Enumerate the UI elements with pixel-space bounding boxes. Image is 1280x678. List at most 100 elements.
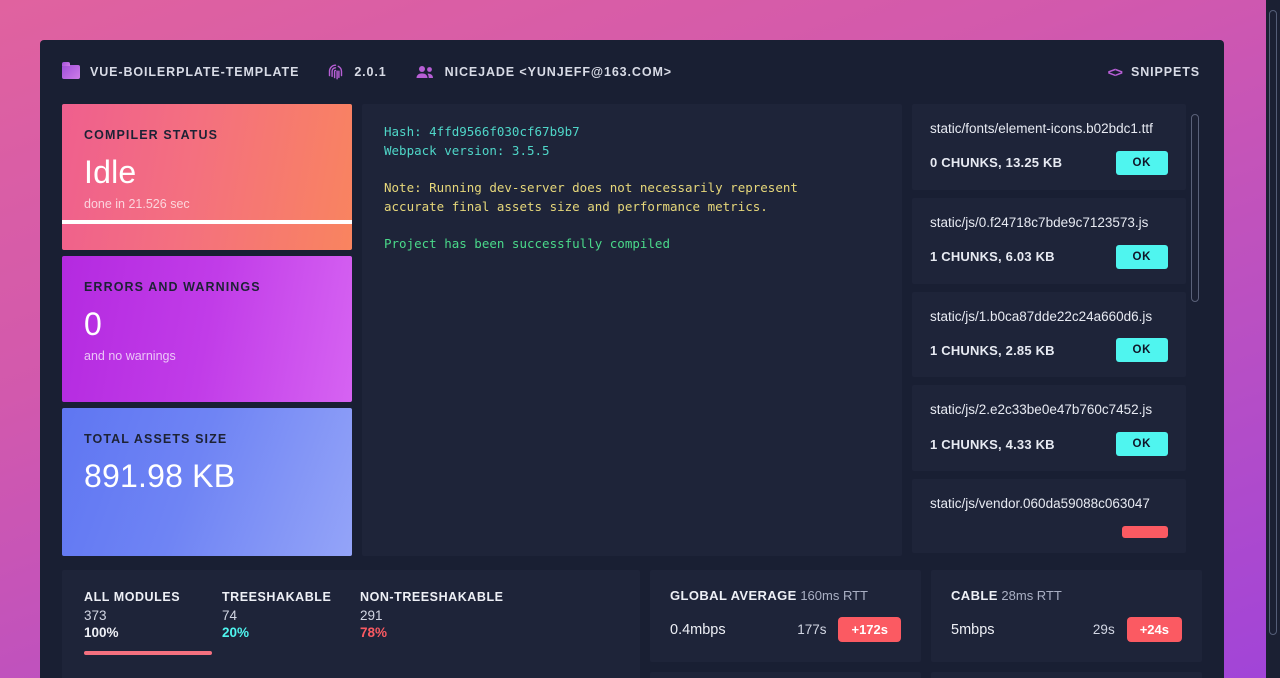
non-treeshakable-percent: 78%: [360, 625, 388, 640]
stat-cards-column: COMPILER STATUS Idle done in 21.526 sec …: [62, 104, 352, 556]
compiler-progress-bar: [62, 220, 352, 224]
treeshakable-percent: 20%: [222, 625, 250, 640]
cable-speed: 5mbps: [951, 621, 995, 638]
cable-card: CABLE 28ms RTT 5mbps 29s +24s: [931, 570, 1202, 662]
asset-status-badge[interactable]: OK: [1115, 244, 1168, 269]
non-treeshakable-cell[interactable]: NON-TREESHAKABLE 291 78%: [360, 590, 540, 655]
asset-file-name: static/js/0.f24718c7bde9c7123573.js: [930, 214, 1149, 230]
code-brackets-icon: <>: [1107, 64, 1123, 80]
cable-label: CABLE: [951, 588, 998, 603]
global-average-speed: 0.4mbps: [670, 621, 726, 638]
assets-scroll-area[interactable]: static/fonts/element-icons.b02bdc1.ttf 0 …: [912, 104, 1202, 556]
modules-panel: ALL MODULES 373 100% TREESHAKABLE 74 20%…: [62, 570, 640, 678]
asset-meta-row: 0 CHUNKS, 13.25 KB OK: [930, 150, 1168, 175]
console-log-line: Note: Running dev-server does not necess…: [384, 180, 798, 195]
cable-rtt: 28ms RTT: [1001, 588, 1062, 603]
compiler-status-subtitle: done in 21.526 sec: [84, 196, 190, 211]
page-scrollbar[interactable]: [1266, 0, 1280, 678]
all-modules-cell[interactable]: ALL MODULES 373 100%: [84, 590, 222, 655]
console-log-line: Hash: 4ffd9566f030cf67b9b7: [384, 124, 580, 139]
fingerprint-icon: [327, 63, 344, 82]
snippets-label: SNIPPETS: [1130, 65, 1200, 79]
dashboard-window: VUE-BOILERPLATE-TEMPLATE 2.0.1 NICEJADE …: [40, 40, 1224, 678]
asset-chunks-size: 1 CHUNKS, 2.85 KB: [930, 342, 1055, 358]
author-info[interactable]: NICEJADE <YUNJEFF@163.COM>: [415, 65, 672, 79]
asset-meta-row: [930, 526, 1168, 539]
snippets-button[interactable]: <> SNIPPETS: [1108, 64, 1200, 80]
asset-file-name: static/js/vendor.060da59088c063047: [930, 496, 1150, 512]
global-average-body: 0.4mbps 177s +172s: [670, 617, 901, 642]
people-icon: [415, 65, 435, 79]
errors-warnings-title: ERRORS AND WARNINGS: [84, 280, 261, 294]
compiler-status-title: COMPILER STATUS: [84, 128, 219, 142]
global-average-rtt: 160ms RTT: [800, 588, 868, 603]
network-column: GLOBAL AVERAGE 160ms RTT 0.4mbps 177s +1…: [650, 570, 1202, 678]
bottom-scrollbar[interactable]: [1210, 40, 1224, 678]
main-content-row: COMPILER STATUS Idle done in 21.526 sec …: [40, 104, 1224, 556]
asset-card[interactable]: static/js/1.b0ca87dde22c24a660d6.js 1 CHU…: [912, 291, 1186, 378]
asset-chunks-size: 0 CHUNKS, 13.25 KB: [930, 155, 1063, 171]
folder-icon: [62, 62, 80, 79]
version-info[interactable]: 2.0.1: [327, 63, 386, 82]
total-assets-size-title: TOTAL ASSETS SIZE: [84, 432, 228, 446]
asset-status-badge[interactable]: OK: [1115, 338, 1168, 363]
cable-delta: +24s: [1126, 617, 1182, 642]
asset-meta-row: 1 CHUNKS, 4.33 KB OK: [930, 432, 1168, 457]
cable-body: 5mbps 29s +24s: [951, 617, 1182, 642]
asset-meta-row: 1 CHUNKS, 2.85 KB OK: [930, 338, 1168, 363]
global-average-head: GLOBAL AVERAGE 160ms RTT: [670, 588, 901, 603]
compiler-status-card: COMPILER STATUS Idle done in 21.526 sec: [62, 104, 352, 250]
console-log-list: Hash: 4ffd9566f030cf67b9b7 Webpack versio…: [384, 122, 880, 253]
project-name: VUE-BOILERPLATE-TEMPLATE: [90, 65, 300, 79]
network-cards-row-secondary: [650, 672, 1202, 678]
treeshakable-count: 74: [222, 608, 238, 623]
console-log-line: accurate final assets size and performan…: [384, 199, 768, 214]
global-average-time: 177s: [797, 622, 827, 637]
asset-meta-row: 1 CHUNKS, 6.03 KB OK: [930, 244, 1168, 269]
project-info[interactable]: VUE-BOILERPLATE-TEMPLATE: [62, 62, 300, 79]
console-log-line: Webpack version: 3.5.5: [384, 143, 550, 158]
asset-card[interactable]: static/js/vendor.060da59088c063047: [912, 479, 1186, 554]
asset-chunks-size: 1 CHUNKS, 4.33 KB: [930, 436, 1055, 452]
assets-scrollbar[interactable]: [1188, 104, 1202, 556]
network-card-partial-right: [931, 672, 1202, 678]
assets-scrollbar-thumb[interactable]: [1191, 114, 1199, 302]
asset-status-badge[interactable]: OK: [1115, 150, 1168, 175]
cable-head: CABLE 28ms RTT: [951, 588, 1182, 603]
all-modules-title: ALL MODULES: [84, 590, 181, 604]
asset-file-name: static/js/1.b0ca87dde22c24a660d6.js: [930, 308, 1153, 324]
global-average-delta: +172s: [838, 617, 901, 642]
cable-time: 29s: [1092, 622, 1115, 637]
build-console[interactable]: Hash: 4ffd9566f030cf67b9b7 Webpack versio…: [362, 104, 902, 556]
version-label: 2.0.1: [354, 65, 387, 79]
treeshakable-title: TREESHAKABLE: [222, 590, 332, 604]
asset-card[interactable]: static/js/0.f24718c7bde9c7123573.js 1 CHU…: [912, 197, 1186, 284]
non-treeshakable-title: NON-TREESHAKABLE: [360, 590, 504, 604]
page-scrollbar-thumb[interactable]: [1269, 10, 1277, 635]
asset-status-badge[interactable]: OK: [1115, 432, 1168, 457]
errors-warnings-value: 0: [84, 306, 102, 342]
asset-card[interactable]: static/js/2.e2c33be0e47b760c7452.js 1 CHU…: [912, 385, 1186, 472]
console-log-line: Project has been successfully compiled: [384, 236, 670, 251]
author-label: NICEJADE <YUNJEFF@163.COM>: [444, 65, 672, 79]
app-header: VUE-BOILERPLATE-TEMPLATE 2.0.1 NICEJADE …: [40, 40, 1224, 104]
global-average-label: GLOBAL AVERAGE: [670, 588, 797, 603]
modules-grid: ALL MODULES 373 100% TREESHAKABLE 74 20%…: [84, 590, 618, 655]
errors-warnings-card: ERRORS AND WARNINGS 0 and no warnings: [62, 256, 352, 402]
all-modules-bar: [84, 651, 212, 655]
global-average-card: GLOBAL AVERAGE 160ms RTT 0.4mbps 177s +1…: [650, 570, 921, 662]
errors-warnings-subtitle: and no warnings: [84, 348, 176, 363]
network-card-partial-left: [650, 672, 921, 678]
network-cards-row: GLOBAL AVERAGE 160ms RTT 0.4mbps 177s +1…: [650, 570, 1202, 662]
treeshakable-cell[interactable]: TREESHAKABLE 74 20%: [222, 590, 360, 655]
non-treeshakable-count: 291: [360, 608, 383, 623]
all-modules-count: 373: [84, 608, 107, 623]
all-modules-percent: 100%: [84, 625, 119, 640]
total-assets-size-card: TOTAL ASSETS SIZE 891.98 KB: [62, 408, 352, 556]
total-assets-size-value: 891.98 KB: [84, 458, 236, 494]
asset-file-name: static/fonts/element-icons.b02bdc1.ttf: [930, 121, 1153, 136]
asset-status-badge[interactable]: [1122, 526, 1168, 539]
asset-card[interactable]: static/fonts/element-icons.b02bdc1.ttf 0 …: [912, 104, 1186, 190]
